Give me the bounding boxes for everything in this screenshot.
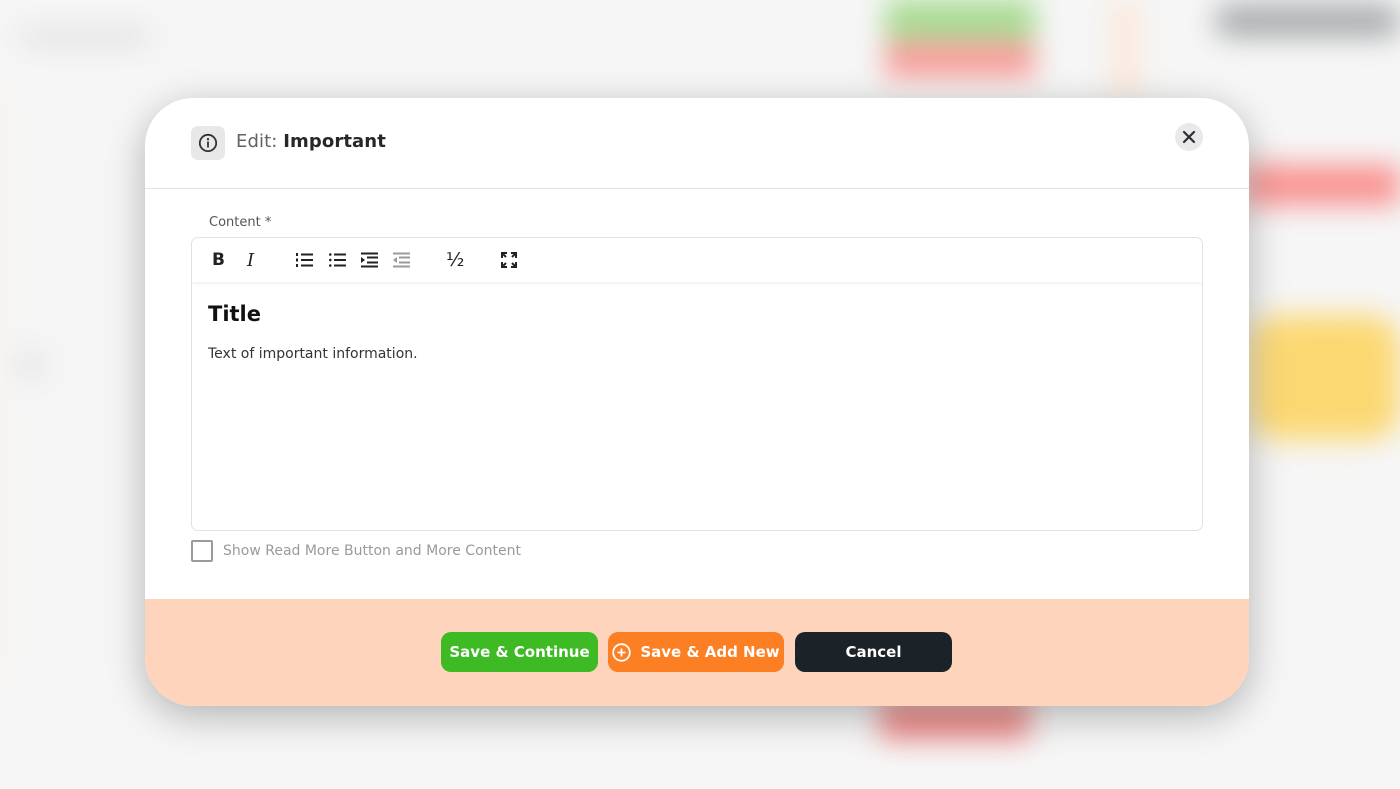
background-green-block [885,0,1035,40]
edit-modal: Edit: Important Content * B I ½ Title Te… [145,98,1249,706]
unordered-list-icon [329,253,346,267]
read-more-option[interactable]: Show Read More Button and More Content [191,540,521,562]
modal-title-name: Important [283,131,386,152]
fullscreen-icon [501,252,517,268]
background-avatar [15,350,45,380]
background-red-block [1245,165,1400,205]
ordered-list-icon [296,253,313,267]
indent-button[interactable] [361,249,378,271]
outdent-icon [393,252,410,268]
modal-header: Edit: Important [145,98,1249,189]
editor-heading: Title [208,302,262,326]
background-yellow-card [1250,315,1400,440]
read-more-checkbox[interactable] [191,540,213,562]
fullscreen-button[interactable] [501,249,517,271]
modal-footer: Save & Continue Save & Add New Cancel [145,599,1249,706]
close-button[interactable] [1175,123,1203,151]
modal-title-prefix: Edit: [236,131,278,152]
save-continue-button[interactable]: Save & Continue [441,632,598,672]
modal-title: Edit: Important [236,131,386,152]
rich-text-editor[interactable]: B I ½ Title Text of important informatio… [191,237,1203,531]
indent-icon [361,252,378,268]
plus-circle-icon [612,642,632,662]
editor-content[interactable]: Title Text of important information. [192,282,1202,382]
content-label: Content * [209,215,272,230]
italic-button[interactable]: I [247,249,254,271]
bold-button[interactable]: B [212,249,225,271]
editor-paragraph: Text of important information. [208,346,418,362]
editor-toolbar: B I ½ [192,238,1202,282]
unordered-list-button[interactable] [329,249,346,271]
fraction-button[interactable]: ½ [446,249,464,271]
background-title [20,30,150,44]
background-gray-button [1215,5,1400,37]
background-red-block [880,700,1030,740]
close-icon [1182,130,1196,144]
save-add-new-label: Save & Add New [640,643,780,661]
save-add-new-button[interactable]: Save & Add New [608,632,784,672]
read-more-label: Show Read More Button and More Content [223,543,521,559]
outdent-button[interactable] [393,249,410,271]
cancel-button[interactable]: Cancel [795,632,952,672]
background-peach-strip [1110,0,1140,100]
background-sidebar [0,80,6,680]
background-red-block [885,42,1035,77]
ordered-list-button[interactable] [296,249,313,271]
info-icon [191,126,225,160]
